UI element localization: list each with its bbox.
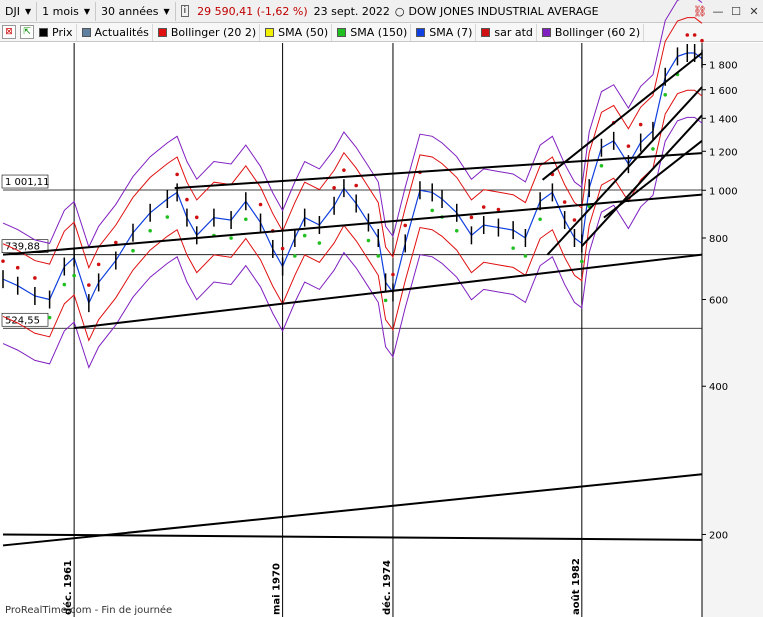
x-marker-label: août 1982 [570, 558, 582, 615]
sar-dot [376, 254, 381, 258]
y-tick-label: 1 200 [709, 147, 738, 158]
sar-dot [15, 265, 20, 270]
sar-dot [403, 223, 408, 228]
y-tick-label: 1 000 [709, 186, 738, 197]
y-tick-label: 800 [709, 234, 728, 245]
sar-dot [114, 240, 118, 245]
sar-dot [148, 229, 152, 233]
sar-dot [175, 172, 179, 177]
footer-label: ProRealTime.com - Fin de journée [5, 604, 172, 616]
sar-dot [47, 315, 52, 320]
sar-dot [383, 298, 388, 303]
sar-dot [317, 241, 322, 245]
sar-dot [538, 217, 542, 222]
x-marker-label: mai 1970 [272, 563, 283, 615]
sar-dot [33, 276, 37, 280]
sar-dot [185, 197, 189, 202]
sar-dot [194, 215, 199, 220]
y-tick-label: 1 600 [709, 86, 738, 97]
sar-dot [469, 215, 474, 220]
sar-dot [391, 272, 395, 277]
sar-dot [72, 273, 76, 278]
sar-dot [638, 122, 643, 127]
sar-dot [342, 168, 346, 172]
sar-dot [258, 202, 263, 207]
sar-dot [481, 205, 486, 209]
y-tick-label: 1 800 [709, 61, 738, 72]
sar-dot [96, 262, 101, 267]
price-chart: déc. 1961 mai 1970 déc. 1974 août 19821 001… [1, 0, 763, 617]
trend-line [546, 86, 703, 256]
sar-dot [454, 229, 459, 233]
y-tick-label: 400 [709, 382, 728, 393]
level-label: 1 001,11 [5, 177, 50, 188]
trend-line [74, 253, 703, 330]
sar-dot [302, 233, 307, 238]
sar-dot [651, 147, 655, 151]
sar-dot [663, 92, 668, 97]
trend-line [603, 140, 703, 219]
sar-dot [1, 259, 5, 263]
trend-line [174, 152, 703, 190]
sar-dot [366, 238, 371, 243]
sar-dot [700, 38, 704, 43]
x-marker-label: déc. 1974 [381, 560, 393, 615]
sar-dot [229, 236, 233, 240]
sar-dot [496, 207, 501, 212]
sar-dot [62, 282, 67, 287]
sar-dot [511, 246, 515, 250]
sar-dot [572, 218, 577, 222]
y-tick-label: 1 400 [709, 114, 738, 125]
sar-dot [692, 33, 697, 37]
sar-dot [293, 254, 297, 258]
sar-dot [523, 254, 528, 258]
sar-dot [685, 33, 690, 37]
sar-dot [626, 144, 631, 148]
sma7-line [2, 52, 703, 305]
sar-dot [280, 246, 285, 251]
level-label: 524,55 [5, 315, 40, 326]
y-tick-label: 600 [709, 296, 728, 307]
sar-dot [430, 208, 435, 213]
bollinger60-upper [2, 0, 703, 249]
sar-dot [131, 248, 135, 253]
sar-dot [332, 185, 336, 190]
sar-dot [599, 163, 604, 168]
sar-dot [580, 259, 584, 264]
sar-dot [165, 215, 170, 219]
y-tick-label: 200 [709, 530, 728, 541]
sar-dot [244, 217, 248, 222]
sar-dot [562, 200, 567, 204]
bollinger60-lower [2, 116, 703, 369]
sar-dot [354, 183, 358, 188]
trend-line [2, 473, 703, 547]
sar-dot [87, 283, 91, 287]
